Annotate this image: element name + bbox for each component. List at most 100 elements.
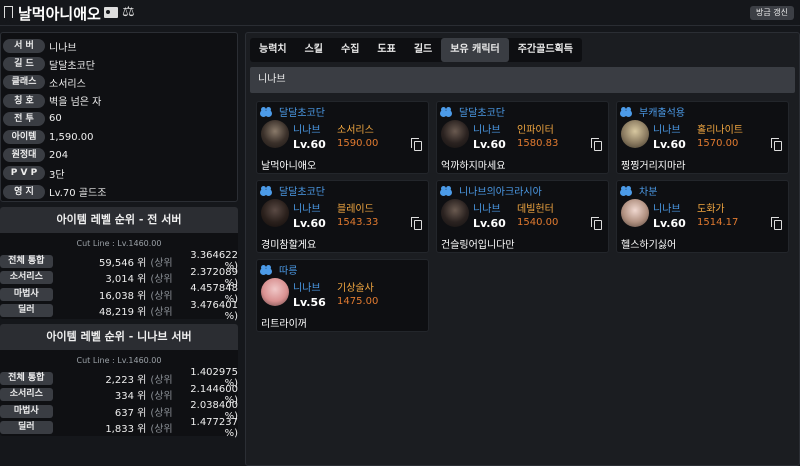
rank-value: 637 위 <box>114 407 147 419</box>
guild-label: 달달초코단 <box>279 108 325 119</box>
rank-percent: 3.476401 %) <box>190 299 238 322</box>
guild-name: 따릉 <box>261 262 297 277</box>
profile-info-box: 서 버 니나브 길 드 달달초코단 클래스 소서리스 칭 호 벽을 넘은 자 전 투 60… <box>0 32 238 202</box>
info-label: 영 지 <box>3 184 45 199</box>
rank-value: 2,223 위 <box>105 374 147 386</box>
character-class: 인파이터 <box>517 125 554 136</box>
character-name: 헬스하기싫어 <box>621 240 677 251</box>
character-level: Lv.60 <box>473 217 506 230</box>
character-card[interactable]: 니나브의아크라시아 니나브 데빌헌터 Lv.60 1540.00 건슬링어입니다… <box>436 180 609 253</box>
users-icon <box>261 107 275 116</box>
character-server: 니나브 <box>473 125 501 136</box>
scale-icon[interactable]: ⚖ <box>122 4 135 20</box>
id-card-icon[interactable] <box>104 7 118 18</box>
character-card[interactable]: 차분 니나브 도화가 Lv.60 1514.17 헬스하기싫어 <box>616 180 789 253</box>
rank-value: 1,833 위 <box>105 424 147 436</box>
header: 날먹아니애오 ⚖ 방금 갱신 <box>0 0 800 26</box>
refresh-button[interactable]: 방금 갱신 <box>750 6 794 20</box>
tab-characters[interactable]: 보유 캐릭터 <box>441 38 509 62</box>
rank-label: 마법사 <box>0 404 53 418</box>
rank-label: 마법사 <box>0 287 53 301</box>
rank-value: 334 위 <box>114 391 147 403</box>
guild-label: 부캐출석용 <box>639 108 685 119</box>
character-level: Lv.60 <box>473 138 506 151</box>
character-card[interactable]: 달달초코단 니나브 소서리스 Lv.60 1590.00 날먹아니애오 <box>256 101 429 174</box>
guild-name: 달달초코단 <box>261 183 325 198</box>
rank-label: 딜러 <box>0 421 53 435</box>
rank-panel-all-servers: 아이템 레벨 순위 - 전 서버 Cut Line : Lv.1460.00 전… <box>0 207 238 322</box>
character-item-level: 1580.83 <box>517 138 559 149</box>
guild-name: 달달초코단 <box>261 104 325 119</box>
tab-guild[interactable]: 길드 <box>405 38 441 62</box>
guild-name: 차분 <box>621 183 657 198</box>
character-card[interactable]: 달달초코단 니나브 인파이터 Lv.60 1580.83 억까하지마세요 <box>436 101 609 174</box>
info-label: 전 투 <box>3 111 45 126</box>
copy-icon[interactable] <box>591 138 602 151</box>
left-column: 서 버 니나브 길 드 달달초코단 클래스 소서리스 칭 호 벽을 넘은 자 전 투 60… <box>0 32 238 439</box>
character-class: 홀리나이트 <box>697 125 743 136</box>
rank-row: 딜러 1,833 위 (상위 1.477237 %) <box>0 416 238 439</box>
rank-panel-title: 아이템 레벨 순위 - 니나브 서버 <box>0 324 238 350</box>
info-value: 3단 <box>49 169 65 181</box>
rank-label: 소서리스 <box>0 388 53 402</box>
rank-top: (상위 <box>150 391 173 403</box>
character-level: Lv.60 <box>293 138 326 151</box>
info-row: 아이템 1,590.00 <box>3 128 237 146</box>
info-value: 달달초코단 <box>49 60 95 72</box>
users-icon <box>441 107 455 116</box>
server-group-header: 니나브 <box>250 67 795 93</box>
character-name: 경미참할게요 <box>261 240 317 251</box>
character-portrait <box>621 199 649 227</box>
character-portrait <box>621 120 649 148</box>
rank-label: 소서리스 <box>0 271 53 285</box>
guild-label: 차분 <box>639 187 658 198</box>
users-icon <box>441 186 455 195</box>
rank-value: 48,219 위 <box>98 307 147 319</box>
character-class: 데빌헌터 <box>517 204 554 215</box>
copy-icon[interactable] <box>771 138 782 151</box>
info-value: 니나브 <box>49 42 77 54</box>
tab-collection[interactable]: 수집 <box>332 38 368 62</box>
users-icon <box>621 186 635 195</box>
info-label: 클래스 <box>3 75 45 90</box>
character-name: 억까하지마세요 <box>441 161 506 172</box>
character-name: 리트라이꺼 <box>261 319 307 330</box>
info-label: P V P <box>3 166 45 181</box>
guild-name: 니나브의아크라시아 <box>441 183 542 198</box>
tab-skills[interactable]: 스킬 <box>296 38 332 62</box>
info-row: 영 지 Lv.70 골드조 <box>3 183 237 201</box>
character-name-title: 날먹아니애오 <box>18 5 101 23</box>
character-class: 소서리스 <box>337 125 374 136</box>
copy-icon[interactable] <box>411 138 422 151</box>
guild-name: 부캐출석용 <box>621 104 685 119</box>
tab-chart[interactable]: 도표 <box>368 38 404 62</box>
character-card[interactable]: 따릉 니나브 기상술사 Lv.56 1475.00 리트라이꺼 <box>256 259 429 332</box>
rank-percent: 1.477237 %) <box>190 416 238 439</box>
info-row: 길 드 달달초코단 <box>3 55 237 73</box>
info-row: P V P 3단 <box>3 164 237 182</box>
copy-icon[interactable] <box>411 217 422 230</box>
info-label: 칭 호 <box>3 93 45 108</box>
info-label: 서 버 <box>3 39 45 54</box>
character-item-level: 1514.17 <box>697 217 739 228</box>
character-item-level: 1570.00 <box>697 138 739 149</box>
tab-bar: 능력치 스킬 수집 도표 길드 보유 캐릭터 주간골드획득 <box>250 38 582 62</box>
character-level: Lv.60 <box>653 217 686 230</box>
character-card[interactable]: 부캐출석용 니나브 홀리나이트 Lv.60 1570.00 찡찡거리지마라 <box>616 101 789 174</box>
character-card[interactable]: 달달초코단 니나브 블레이드 Lv.60 1543.33 경미참할게요 <box>256 180 429 253</box>
rank-top: (상위 <box>150 407 173 419</box>
rank-top: (상위 <box>150 257 173 269</box>
copy-icon[interactable] <box>771 217 782 230</box>
info-value: 1,590.00 <box>49 131 94 143</box>
character-class: 블레이드 <box>337 204 374 215</box>
copy-icon[interactable] <box>591 217 602 230</box>
info-row: 칭 호 벽을 넘은 자 <box>3 92 237 110</box>
character-name: 건슬링어입니다만 <box>441 240 515 251</box>
rank-top: (상위 <box>150 290 173 302</box>
tab-stats[interactable]: 능력치 <box>250 38 296 62</box>
bookmark-icon[interactable] <box>4 6 13 23</box>
character-class: 기상술사 <box>337 283 374 294</box>
tab-weekly-gold[interactable]: 주간골드획득 <box>509 38 582 62</box>
guild-label: 따릉 <box>279 266 298 277</box>
main-panel: 능력치 스킬 수집 도표 길드 보유 캐릭터 주간골드획득 니나브 달달초코단 … <box>245 32 800 466</box>
